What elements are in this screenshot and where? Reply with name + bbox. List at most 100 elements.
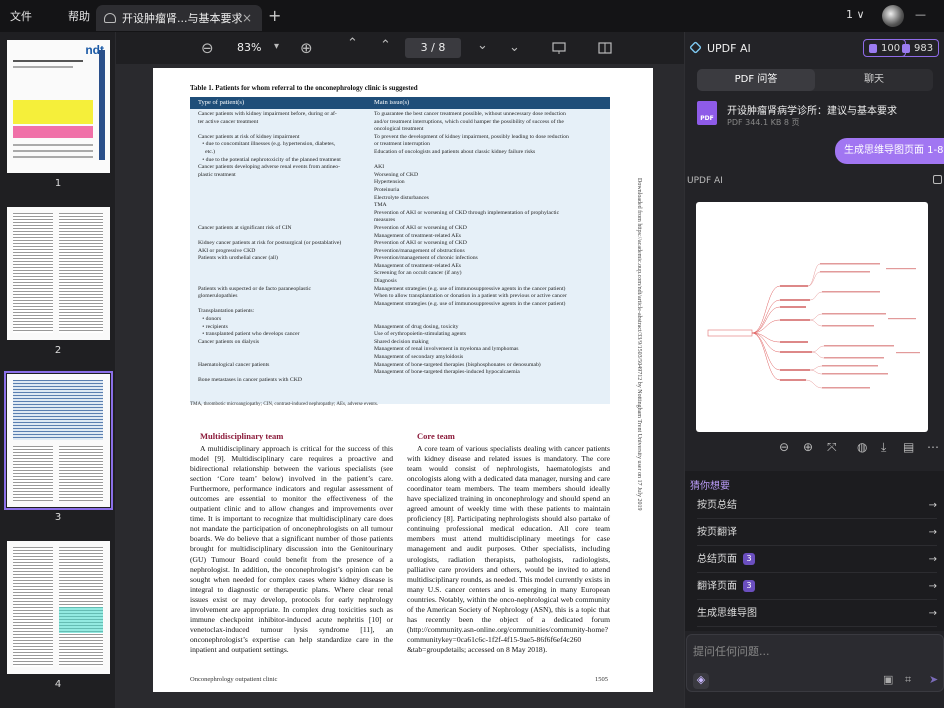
question-input[interactable]: 提问任何问题... ◈ ▣ ⌗ ➤	[686, 634, 944, 692]
zoom-in-icon[interactable]: ⊕	[300, 39, 313, 57]
page-indicator[interactable]: 3 / 8	[405, 38, 461, 58]
table-cell	[374, 316, 606, 324]
table-caption: Table 1. Patients for whom referral to t…	[190, 84, 418, 92]
thumbnail-label-3: 3	[54, 512, 62, 523]
message-icon	[902, 43, 910, 53]
crop-icon[interactable]: ⌗	[905, 673, 911, 687]
table-cell	[198, 369, 370, 377]
table-cell: Electrolyte disturbances	[374, 194, 429, 201]
tab-pdf-qa[interactable]: PDF 问答	[697, 69, 815, 91]
table-cell: Management of renal involvement in myelo…	[374, 346, 519, 353]
menu-file[interactable]: 文件	[0, 8, 42, 24]
new-tab-button[interactable]: +	[268, 6, 281, 25]
prev-page-icon[interactable]: ⌃	[380, 38, 391, 53]
file-name: 开设肿瘤肾病学诊所：建议与基本要求	[727, 106, 897, 117]
suggestion-item[interactable]: 翻译页面 3 →	[697, 574, 937, 600]
table-cell	[198, 187, 370, 195]
table-cell: and/or treatment interruptions, which co…	[374, 118, 564, 125]
credit-icon	[869, 43, 877, 53]
presentation-icon[interactable]	[552, 42, 566, 54]
suggestion-item[interactable]: 按页翻译 →	[697, 520, 937, 546]
last-page-icon[interactable]: ⌄	[509, 40, 520, 55]
file-info: PDF 开设肿瘤肾病学诊所：建议与基本要求 PDF 344.1 KB 8 页	[697, 98, 933, 132]
table-cell: ter active cancer treatment	[198, 118, 259, 125]
document-viewer[interactable]: Table 1. Patients for whom referral to t…	[116, 64, 684, 708]
arrow-right-icon: →	[928, 527, 937, 538]
pdf-page: Table 1. Patients for whom referral to t…	[153, 68, 653, 692]
arrow-right-icon: →	[928, 500, 937, 511]
table-cell: To prevent the development of kidney imp…	[374, 133, 569, 140]
suggestion-item[interactable]: 按页总结 →	[697, 493, 937, 519]
document-icon[interactable]: ▤	[903, 440, 914, 454]
thumbnail-page-3[interactable]	[4, 371, 113, 510]
suggestion-item[interactable]: 生成思维导图 →	[697, 601, 937, 627]
avatar[interactable]	[882, 5, 904, 27]
minimize-button[interactable]: —	[915, 8, 926, 21]
section-heading: Multidisciplinary team	[200, 431, 284, 441]
zoom-out-icon[interactable]: ⊖	[201, 39, 214, 57]
table-cell: oncological treatment	[374, 126, 424, 133]
table-cell: Cancer patients with kidney impairment b…	[198, 111, 337, 117]
suggestion-item[interactable]: 总结页面 3 →	[697, 547, 937, 573]
suggestion-label: 翻译页面	[697, 581, 737, 592]
tab-chat[interactable]: 聊天	[815, 69, 933, 91]
table-cell: Diagnosis	[374, 278, 397, 285]
input-placeholder: 提问任何问题...	[693, 645, 770, 658]
thumbnail-page-4[interactable]	[7, 541, 110, 674]
table-left-column: Cancer patients with kidney impairment b…	[198, 111, 370, 384]
mind-map-preview[interactable]	[696, 202, 928, 432]
assistant-mode-icon[interactable]: ◈	[693, 673, 709, 689]
thumbnail-panel: ndt 1 2 3 4	[0, 32, 116, 708]
send-icon[interactable]: ➤	[929, 673, 938, 686]
first-page-icon[interactable]: ⌃	[347, 36, 358, 51]
body-text-right: A core team of various specialists deali…	[407, 444, 610, 654]
table-cell	[198, 195, 370, 203]
arrow-right-icon: →	[928, 581, 937, 592]
globe-icon[interactable]: ◍	[857, 440, 867, 454]
table-cell: • recipients	[198, 323, 228, 330]
reading-mode-icon[interactable]	[598, 42, 612, 54]
table-cell: • due to concomitant illnesses (e.g. hyp…	[198, 141, 336, 148]
version-dropdown[interactable]: 1 ∨	[846, 8, 865, 21]
page-footer-title: Onconephrology outpatient clinic	[190, 676, 278, 683]
close-tab-icon[interactable]: ×	[242, 11, 252, 25]
suggestion-label: 按页翻译	[697, 527, 737, 538]
document-tab[interactable]: 开设肿瘤肾...与基本要求 ×	[96, 5, 262, 31]
table-cell: Management strategies (e.g. use of immun…	[374, 300, 566, 307]
thumbnail-page-2[interactable]	[7, 207, 110, 340]
column-header: Main issue(s)	[374, 99, 410, 106]
table-cell	[198, 179, 370, 187]
zoom-level[interactable]: 83%	[237, 41, 261, 54]
section-heading: Core team	[417, 431, 455, 441]
table-cell	[374, 157, 606, 165]
zoom-dropdown-icon[interactable]: ▾	[274, 41, 279, 52]
arrow-right-icon: →	[928, 554, 937, 565]
table-cell: AKI	[374, 164, 385, 171]
table-cell: etc.)	[198, 148, 216, 155]
table-cell: Cancer patients on dialysis	[198, 338, 260, 345]
table-cell	[198, 217, 370, 225]
fit-screen-icon[interactable]: ⤧	[827, 440, 837, 455]
cloud-icon	[104, 13, 116, 23]
table-cell: Screening for an occult cancer (if any)	[374, 270, 462, 277]
table-cell: Transplantation patients:	[198, 308, 255, 315]
table-cell: Prevention of AKI or worsening of CKD	[374, 240, 467, 247]
next-page-icon[interactable]: ⌄	[477, 38, 488, 53]
zoom-in-icon[interactable]: ⊕	[803, 440, 813, 454]
thumbnail-label-2: 2	[54, 345, 62, 356]
table-cell: Management of bone-targeted therapies-in…	[374, 369, 520, 376]
credit-badge[interactable]: 983	[897, 39, 940, 57]
body-text-left: A multidisciplinary approach is critical…	[190, 444, 393, 654]
thumbnail-page-1[interactable]: ndt	[7, 40, 110, 173]
more-icon[interactable]: ⋯	[927, 440, 939, 454]
table-cell: • transplanted patient who develops canc…	[198, 331, 300, 338]
menu-help[interactable]: 帮助	[58, 8, 100, 24]
image-icon[interactable]: ▣	[883, 673, 893, 686]
table-cell: Management of treatment-related AEs	[374, 232, 462, 239]
copy-icon[interactable]	[933, 175, 942, 184]
table-cell: or treatment interruption	[374, 141, 430, 148]
table-cell	[198, 301, 370, 309]
table-right-column: To guarantee the best cancer treatment p…	[374, 111, 606, 377]
download-icon[interactable]: ⤓	[881, 440, 886, 455]
zoom-out-icon[interactable]: ⊖	[779, 440, 789, 454]
